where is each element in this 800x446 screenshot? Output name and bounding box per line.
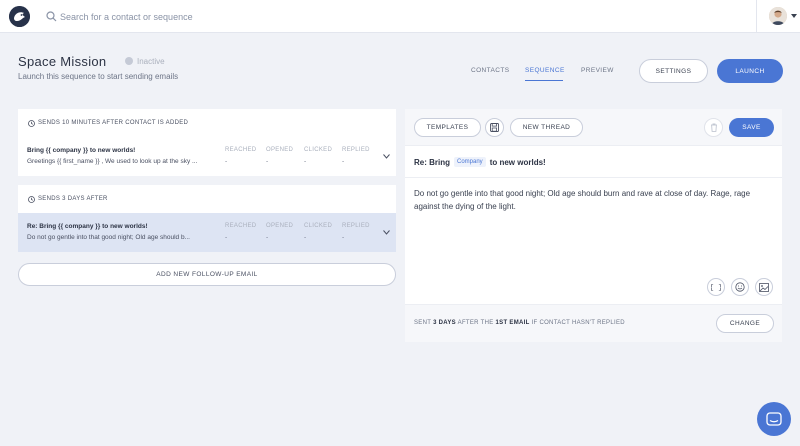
active-tab-underline — [525, 80, 563, 81]
email-preview: Greetings {{ first_name }} , We used to … — [27, 158, 198, 165]
chat-icon — [766, 412, 782, 426]
editor-footer: SENT 3 DAYS AFTER THE 1ST EMAIL IF CONTA… — [405, 304, 782, 342]
subject-prefix: Re: Bring — [414, 157, 450, 167]
email-row-selected[interactable]: Re: Bring {{ company }} to new worlds! D… — [18, 213, 396, 252]
clock-icon — [28, 119, 35, 127]
stat-value-opened: - — [266, 234, 269, 241]
svg-text:{ }: { } — [711, 285, 721, 291]
sequence-step-card: SENDS 10 MINUTES AFTER CONTACT IS ADDED … — [18, 109, 396, 176]
step-timing-label: SENDS 3 DAYS AFTER — [38, 196, 108, 202]
tab-preview[interactable]: PREVIEW — [581, 67, 614, 74]
stat-label-clicked: CLICKED — [304, 147, 333, 153]
templates-button[interactable]: TEMPLATES — [414, 118, 481, 137]
stat-label-replied: REPLIED — [342, 147, 370, 153]
subject-line[interactable]: Re: Bring Company to new worlds! — [414, 157, 546, 167]
step-header: SENDS 10 MINUTES AFTER CONTACT IS ADDED — [18, 109, 188, 137]
topbar-divider — [756, 0, 757, 33]
email-row[interactable]: Bring {{ company }} to new worlds! Greet… — [18, 137, 396, 176]
email-subject: Re: Bring {{ company }} to new worlds! — [27, 223, 148, 230]
user-avatar[interactable] — [769, 7, 787, 25]
new-thread-button[interactable]: NEW THREAD — [510, 118, 583, 137]
clock-icon — [28, 195, 35, 203]
image-icon[interactable] — [755, 278, 773, 296]
top-bar — [0, 0, 800, 33]
page-title: Space Mission — [18, 54, 107, 69]
status-dot — [125, 57, 133, 65]
stat-label-clicked: CLICKED — [304, 223, 333, 229]
stat-value-reached: - — [225, 234, 228, 241]
stat-value-replied: - — [342, 158, 345, 165]
step-header: SENDS 3 DAYS AFTER — [18, 185, 108, 213]
tab-contacts[interactable]: CONTACTS — [471, 67, 509, 74]
status-label: Inactive — [137, 57, 165, 66]
search-icon — [46, 11, 57, 22]
schedule-text: SENT 3 DAYS AFTER THE 1ST EMAIL IF CONTA… — [414, 320, 625, 326]
bird-logo-icon[interactable] — [9, 6, 30, 27]
divider — [405, 177, 782, 178]
stat-value-clicked: - — [304, 158, 307, 165]
stat-label-reached: REACHED — [225, 223, 257, 229]
stat-value-replied: - — [342, 234, 345, 241]
company-variable-chip[interactable]: Company — [454, 157, 486, 167]
save-draft-icon[interactable] — [485, 118, 504, 137]
chat-support-button[interactable] — [757, 402, 791, 436]
step-timing-label: SENDS 10 MINUTES AFTER CONTACT IS ADDED — [38, 120, 189, 126]
stat-label-opened: OPENED — [266, 147, 294, 153]
search-input[interactable] — [60, 8, 380, 25]
subject-suffix: to new worlds! — [489, 157, 546, 167]
chevron-down-icon[interactable] — [383, 154, 390, 159]
chevron-down-icon[interactable] — [791, 14, 797, 19]
save-button[interactable]: SAVE — [729, 118, 774, 137]
stat-value-clicked: - — [304, 234, 307, 241]
tab-sequence[interactable]: SEQUENCE — [525, 67, 565, 74]
stat-label-replied: REPLIED — [342, 223, 370, 229]
email-editor: TEMPLATES NEW THREAD SAVE Re: Bring Comp… — [405, 109, 782, 342]
stat-label-opened: OPENED — [266, 223, 294, 229]
add-followup-button[interactable]: ADD NEW FOLLOW-UP EMAIL — [18, 263, 396, 286]
stat-label-reached: REACHED — [225, 147, 257, 153]
email-preview: Do not go gentle into that good night; O… — [27, 234, 190, 241]
email-subject: Bring {{ company }} to new worlds! — [27, 147, 136, 154]
change-schedule-button[interactable]: CHANGE — [716, 314, 774, 333]
launch-button[interactable]: LAUNCH — [717, 59, 783, 83]
stat-value-opened: - — [266, 158, 269, 165]
chevron-down-icon[interactable] — [383, 230, 390, 235]
trash-icon[interactable] — [704, 118, 723, 137]
variable-insert-icon[interactable]: { } — [707, 278, 725, 296]
sequence-step-card: SENDS 3 DAYS AFTER Re: Bring {{ company … — [18, 185, 396, 252]
stat-value-reached: - — [225, 158, 228, 165]
email-body[interactable]: Do not go gentle into that good night; O… — [414, 188, 776, 213]
page-subtitle: Launch this sequence to start sending em… — [18, 72, 179, 81]
editor-toolbar: TEMPLATES NEW THREAD SAVE — [405, 109, 782, 146]
emoji-icon[interactable] — [731, 278, 749, 296]
settings-button[interactable]: SETTINGS — [639, 59, 708, 83]
